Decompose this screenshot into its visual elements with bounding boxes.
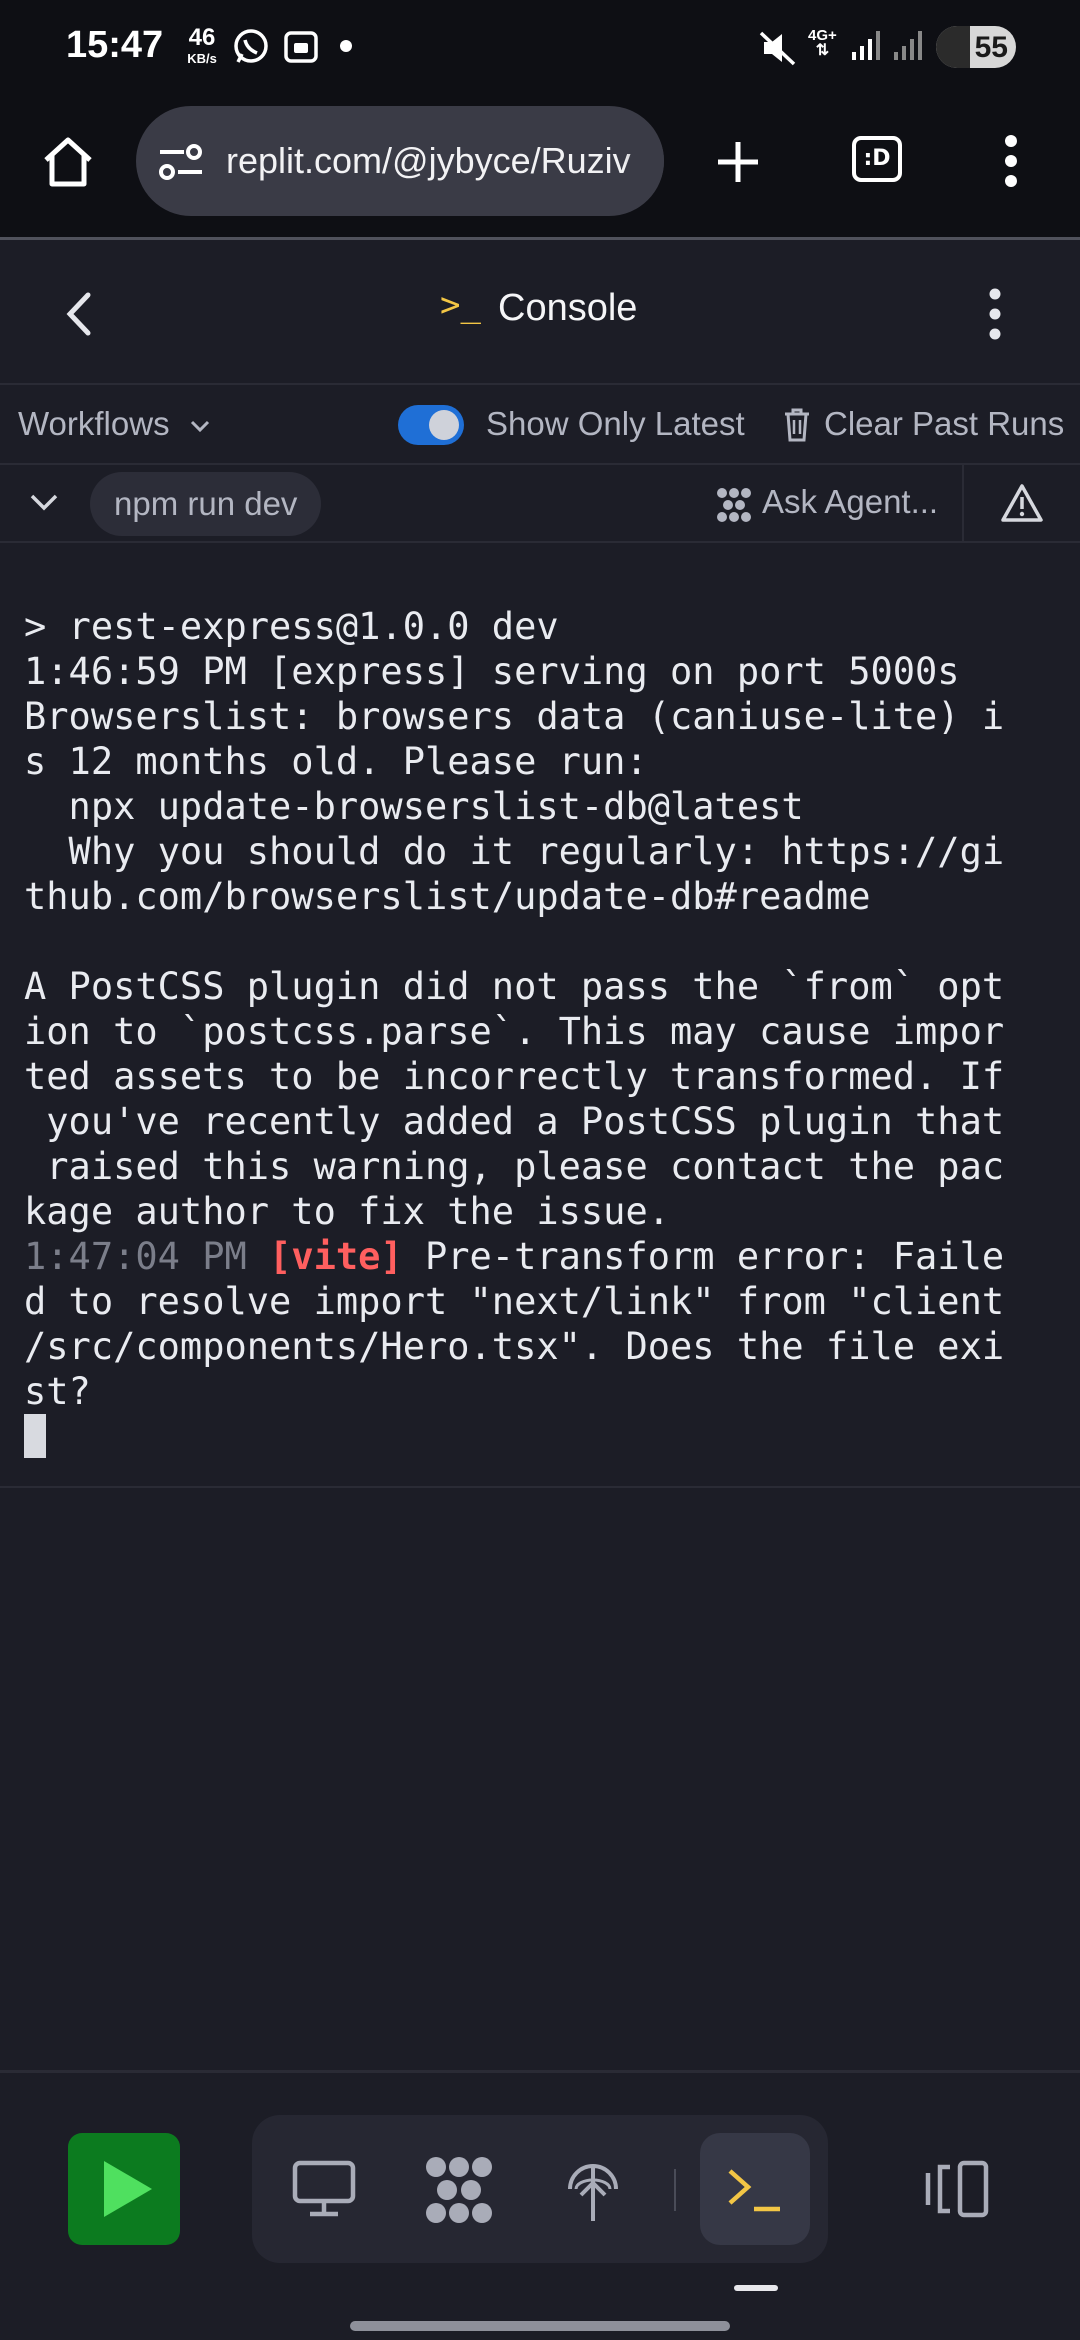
- tab-switcher-icon[interactable]: :D: [852, 136, 902, 182]
- terminal-line: ion to `postcss.parse`. This may cause i…: [24, 1010, 1005, 1053]
- url-text[interactable]: replit.com/@jybyce/Ruziv: [226, 140, 631, 182]
- run-command-chip[interactable]: npm run dev: [90, 472, 322, 536]
- home-icon[interactable]: [40, 134, 96, 195]
- terminal-line: Browserslist: browsers data (caniuse-lit…: [24, 695, 1005, 738]
- terminal-line: thub.com/browserslist/update-db#readme: [24, 875, 871, 918]
- terminal-line: Why you should do it regularly: https://…: [24, 830, 1005, 873]
- screenshot-icon: [282, 28, 320, 71]
- network-speed-value: 46: [188, 24, 216, 51]
- chevron-down-icon: [190, 421, 209, 433]
- panels-icon[interactable]: [922, 2159, 990, 2224]
- vite-tag: [vite]: [269, 1235, 403, 1278]
- terminal-line: ted assets to be incorrectly transformed…: [24, 1055, 1005, 1098]
- ask-agent-button[interactable]: Ask Agent...: [762, 483, 938, 521]
- signal-icon: [850, 28, 884, 67]
- terminal-cursor: [24, 1414, 46, 1458]
- terminal-line: kage author to fix the issue.: [24, 1190, 671, 1233]
- terminal-line: s 12 months old. Please run:: [24, 740, 648, 783]
- battery-indicator: 55: [936, 26, 1016, 68]
- console-tab-button[interactable]: [700, 2133, 810, 2245]
- bottom-nav: [0, 2070, 1080, 2340]
- terminal-line: A PostCSS plugin did not pass the `from`…: [24, 965, 1005, 1008]
- new-tab-plus-icon[interactable]: [714, 138, 762, 191]
- terminal-line: npx update-browserslist-db@latest: [24, 785, 804, 828]
- divider: [962, 465, 964, 543]
- console-prompt-icon: >_: [440, 285, 481, 325]
- terminal-line: > rest-express@1.0.0 dev: [24, 605, 559, 648]
- terminal-line: d to resolve import "next/link" from "cl…: [24, 1280, 1005, 1323]
- browser-toolbar: replit.com/@jybyce/Ruziv :D: [0, 96, 1080, 240]
- deploy-icon[interactable]: [564, 2155, 622, 2230]
- vite-timestamp: 1:47:04 PM: [24, 1235, 247, 1278]
- workflows-dropdown[interactable]: Workflows: [18, 405, 211, 443]
- overflow-menu-icon[interactable]: [996, 134, 1026, 193]
- show-only-latest-toggle[interactable]: [398, 405, 464, 445]
- console-header: >_ Console: [0, 243, 1080, 385]
- console-output[interactable]: > rest-express@1.0.0 dev 1:46:59 PM [expr…: [24, 604, 1064, 1459]
- status-bar: 15:47 46 KB/s 4G+ ⇅ 55: [0, 0, 1080, 96]
- tool-switcher: [252, 2115, 828, 2263]
- console-prompt-icon: [726, 2165, 784, 2220]
- mute-icon: [758, 28, 798, 73]
- clear-past-runs-button[interactable]: Clear Past Runs: [824, 405, 1064, 443]
- terminal-line-error: 1:47:04 PM [vite] Pre-transform error: F…: [24, 1234, 1064, 1279]
- chevron-down-icon[interactable]: [28, 491, 60, 520]
- divider: [0, 1486, 1080, 1488]
- home-indicator[interactable]: [350, 2321, 730, 2331]
- status-time: 15:47: [66, 24, 164, 66]
- warning-icon[interactable]: [1000, 483, 1044, 528]
- terminal-line: 1:46:59 PM [express] serving on port 500…: [24, 650, 960, 693]
- workflows-label: Workflows: [18, 405, 170, 442]
- more-vert-icon[interactable]: [982, 287, 1008, 346]
- network-speed-unit: KB/s: [187, 51, 217, 66]
- webview-monitor-icon[interactable]: [292, 2159, 356, 2224]
- url-bar[interactable]: replit.com/@jybyce/Ruziv: [136, 106, 664, 216]
- page-title: Console: [498, 287, 638, 329]
- signal-icon: [892, 28, 926, 67]
- terminal-cursor-line: [24, 1414, 1064, 1459]
- network-type: 4G+ ⇅: [808, 27, 837, 59]
- terminal-line: st?: [24, 1370, 91, 1413]
- back-chevron-icon[interactable]: [62, 289, 96, 344]
- run-button[interactable]: [68, 2133, 180, 2245]
- console-toolbar: Workflows Show Only Latest Clear Past Ru…: [0, 385, 1080, 465]
- trash-icon[interactable]: [782, 407, 812, 448]
- terminal-line: raised this warning, please contact the …: [24, 1145, 1005, 1188]
- run-play-icon: [104, 2161, 152, 2217]
- agent-icon: [716, 487, 752, 528]
- notification-dot: [340, 40, 352, 52]
- show-only-latest-label[interactable]: Show Only Latest: [486, 405, 745, 443]
- divider: [674, 2169, 676, 2211]
- run-row: npm run dev Ask Agent...: [0, 465, 1080, 543]
- battery-level: 55: [974, 31, 1008, 64]
- agent-icon[interactable]: [424, 2155, 494, 2230]
- network-speed: 46 KB/s: [182, 24, 222, 66]
- active-tab-indicator: [734, 2285, 778, 2291]
- whatsapp-icon: [232, 28, 270, 71]
- site-settings-icon[interactable]: [158, 142, 204, 187]
- vite-error-text: Pre-transform error: Faile: [402, 1235, 1005, 1278]
- terminal-line: /src/components/Hero.tsx". Does the file…: [24, 1325, 1005, 1368]
- terminal-line: you've recently added a PostCSS plugin t…: [24, 1100, 1005, 1143]
